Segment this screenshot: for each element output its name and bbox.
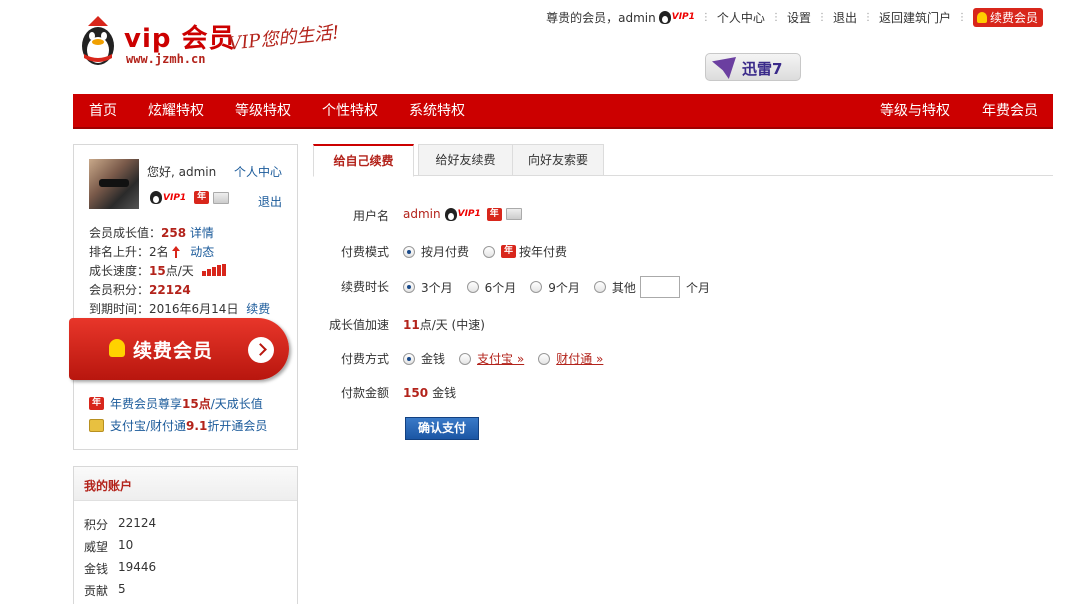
topbar-back-portal-link[interactable]: 返回建筑门户 <box>879 9 951 26</box>
vip-level-badge: VIP1 <box>150 191 186 204</box>
year-member-icon: 年 <box>89 397 104 410</box>
duration-row: 3个月 6个月 9个月 其他 个月 <box>403 276 710 298</box>
member-points-value: 22124 <box>149 283 191 297</box>
renew-member-button[interactable]: 续费会员 <box>69 318 289 380</box>
account-row: 贡献 5 <box>84 582 126 598</box>
username-label: 用户名 <box>352 209 389 223</box>
arrow-right-circle-icon <box>248 337 274 363</box>
logo-title: vip 会员 <box>124 24 236 54</box>
growth-speed-value: 11 <box>403 317 420 332</box>
xunlei-bird-icon <box>712 57 736 79</box>
penguin-icon <box>444 207 457 221</box>
pay-method-tenpay-radio[interactable]: 财付通 » <box>538 350 603 367</box>
duration-other-input[interactable] <box>639 276 680 298</box>
pay-method-label: 付费方式 <box>340 352 389 366</box>
amount-label: 付款金额 <box>340 386 389 400</box>
topbar-logout-link[interactable]: 退出 <box>833 9 857 26</box>
member-points-row: 会员积分：22124 <box>89 283 191 297</box>
xunlei-label: 迅雷7 <box>742 60 783 78</box>
penguin-mascot-icon <box>82 16 114 65</box>
pay-mode-monthly-radio[interactable]: 按月付费 <box>403 243 469 260</box>
nav-item-show-privilege[interactable]: 炫耀特权 <box>148 94 204 129</box>
topbar-renew-button[interactable]: 续费会员 <box>972 7 1043 27</box>
rank-activity-link[interactable]: 动态 <box>190 245 214 259</box>
amount-value: 150 <box>403 385 429 400</box>
main-nav: 首页 炫耀特权 等级特权 个性特权 系统特权 等级与特权 年费会员 <box>73 94 1053 129</box>
growth-speed-row: 成长速度：15点/天 <box>89 262 226 279</box>
growth-speed-value-row: 11 点/天 (中速) <box>403 317 485 333</box>
logo-slogan: VIP您的生活! <box>227 22 341 55</box>
year-member-icon: 年 <box>194 191 210 204</box>
pay-method-alipay-radio[interactable]: 支付宝 » <box>459 350 524 367</box>
promo-annual[interactable]: 年 年费会员尊享15点/天成长值 <box>89 395 263 412</box>
my-account-header: 我的账户 <box>74 467 297 501</box>
bell-icon <box>976 11 987 23</box>
renew-tabs: 给自己续费 给好友续费 向好友索要 <box>313 144 1053 177</box>
tab-request-friend[interactable]: 向好友索要 <box>512 144 604 176</box>
top-user-bar: 尊贵的会员，admin VIP1 ⋮ 个人中心 ⋮ 设置 ⋮ 退出 ⋮ 返回建筑… <box>546 7 1043 27</box>
rank-row: 排名上升：2名 动态 <box>89 245 215 259</box>
pay-mode-row: 按月付费 年按年付费 <box>403 243 581 260</box>
expire-row: 到期时间：2016年6月14日 续费 <box>89 302 271 316</box>
duration-9-months-radio[interactable]: 9个月 <box>530 279 580 296</box>
arrow-up-icon <box>172 246 181 258</box>
logo-url: www.jzmh.cn <box>126 52 206 66</box>
promo-payment[interactable]: 支付宝/财付通9.1折开通会员 <box>89 417 267 434</box>
penguin-icon <box>658 10 671 24</box>
profile-logout-link[interactable]: 退出 <box>258 193 282 210</box>
duration-unit: 个月 <box>685 280 710 295</box>
username-row: admin VIP1 年 <box>403 207 522 221</box>
confirm-payment-button[interactable]: 确认支付 <box>405 417 479 440</box>
pay-mode-yearly-radio[interactable]: 年按年付费 <box>483 243 567 260</box>
pay-method-row: 金钱 支付宝 » 财付通 » <box>403 350 617 367</box>
speed-bars-icon <box>201 264 226 276</box>
account-row: 金钱 19446 <box>84 560 157 576</box>
bell-icon <box>109 339 125 357</box>
year-member-icon: 年 <box>486 207 502 221</box>
profile-panel: 您好, admin 个人中心 VIP1 年 退出 会员成长值：258 详情 排名… <box>69 144 298 450</box>
pay-mode-label: 付费模式 <box>340 245 389 259</box>
profile-greeting: 您好, admin <box>147 165 217 179</box>
my-account-panel: 我的账户 积分 22124 威望 10 金钱 19446 贡献 5 <box>73 466 298 604</box>
nav-item-level-privilege[interactable]: 等级特权 <box>235 94 291 129</box>
nav-item-system-privilege[interactable]: 系统特权 <box>409 94 465 129</box>
xunlei-badge[interactable]: 迅雷7 <box>705 53 801 81</box>
coin-icon <box>89 419 104 432</box>
nav-item-level-and-privilege[interactable]: 等级与特权 <box>880 94 950 129</box>
duration-other-radio[interactable]: 其他 <box>593 279 636 296</box>
topbar-greeting: 尊贵的会员，admin <box>546 10 656 25</box>
profile-badges: VIP1 年 <box>147 191 230 204</box>
account-row: 积分 22124 <box>84 516 157 532</box>
growth-value: 258 <box>161 226 187 240</box>
duration-label: 续费时长 <box>340 280 389 294</box>
penguin-icon <box>150 191 162 204</box>
nav-item-annual-member[interactable]: 年费会员 <box>982 94 1038 129</box>
vip-level-badge: VIP1 <box>658 10 695 24</box>
account-row: 威望 10 <box>84 538 134 554</box>
site-logo[interactable]: vip 会员 VIP您的生活! www.jzmh.cn <box>76 14 356 74</box>
growth-detail-link[interactable]: 详情 <box>190 226 214 240</box>
topbar-settings-link[interactable]: 设置 <box>787 9 811 26</box>
avatar[interactable] <box>89 159 139 209</box>
duration-6-months-radio[interactable]: 6个月 <box>466 279 516 296</box>
amount-row: 150 金钱 <box>403 385 457 401</box>
member-card-icon <box>213 191 230 204</box>
username-value: admin <box>403 207 441 221</box>
nav-item-home[interactable]: 首页 <box>89 94 117 129</box>
topbar-personal-center-link[interactable]: 个人中心 <box>717 9 765 26</box>
nav-item-personal-privilege[interactable]: 个性特权 <box>322 94 378 129</box>
pay-method-money-radio[interactable]: 金钱 <box>403 350 445 367</box>
growth-speed-label: 成长值加速 <box>328 318 389 332</box>
tab-renew-friend[interactable]: 给好友续费 <box>418 144 513 176</box>
year-member-icon: 年 <box>501 245 517 258</box>
tab-renew-self[interactable]: 给自己续费 <box>313 144 414 177</box>
growth-value-row: 会员成长值：258 详情 <box>89 226 214 240</box>
member-card-icon <box>505 208 522 220</box>
vip-level-badge: VIP1 <box>444 207 481 221</box>
duration-3-months-radio[interactable]: 3个月 <box>403 279 453 296</box>
expire-renew-link[interactable]: 续费 <box>246 302 270 316</box>
profile-personal-center-link[interactable]: 个人中心 <box>234 163 282 180</box>
